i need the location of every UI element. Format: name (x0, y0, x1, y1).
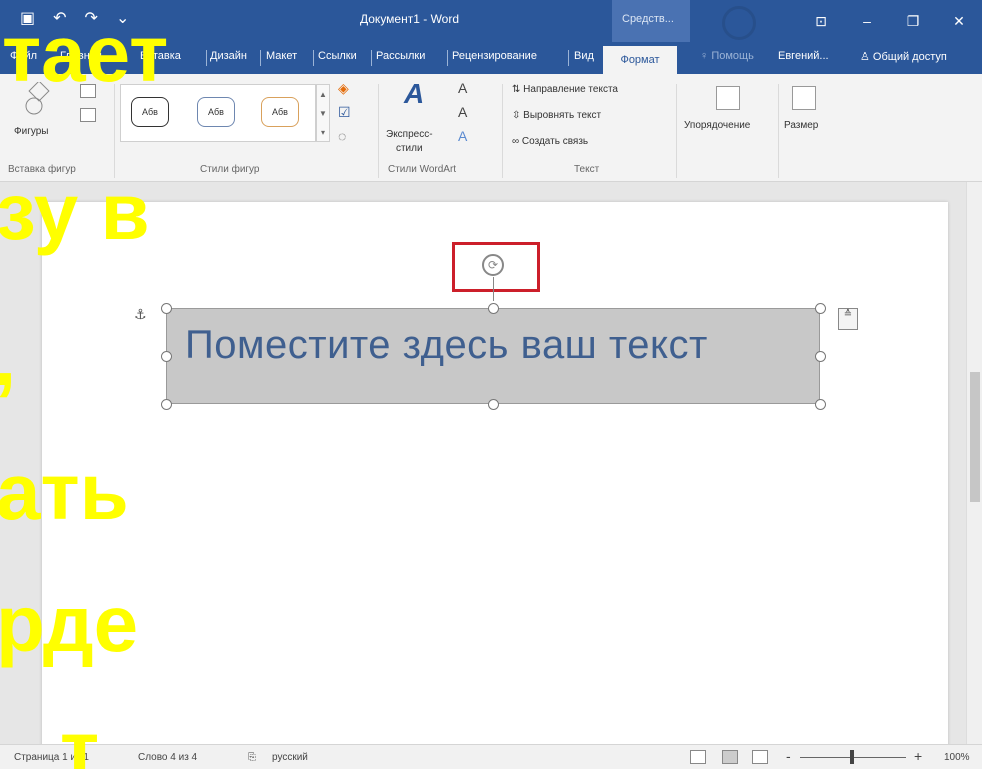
size-button[interactable]: Размер (784, 120, 818, 131)
quick-styles-line2: стили (395, 143, 423, 154)
group-separator (378, 84, 379, 178)
shape-outline-icon[interactable]: ☑ (338, 104, 351, 121)
resize-handle[interactable] (488, 303, 499, 314)
arrange-button[interactable]: Упорядочение (684, 120, 750, 131)
tab-design[interactable]: Дизайн (210, 50, 247, 62)
read-mode-icon[interactable] (690, 750, 706, 764)
tab-layout[interactable]: Макет (266, 50, 297, 62)
layout-options-icon[interactable]: ≙ (838, 308, 858, 330)
resize-handle[interactable] (815, 399, 826, 410)
wordart-styles-icon[interactable]: A (404, 78, 424, 110)
create-link-label: Создать связь (521, 136, 589, 147)
document-title: Документ1 - Word (360, 12, 460, 26)
anchor-icon: ⚓ (134, 306, 147, 322)
share-label: Общий доступ (872, 51, 947, 63)
text-direction-label: Направление текста (523, 84, 618, 95)
minimize-button[interactable]: – (844, 0, 890, 42)
gallery-scroll[interactable]: ▲ ▼ ▾ (316, 84, 330, 142)
proofing-icon[interactable]: ⎘ (248, 752, 256, 763)
web-layout-icon[interactable] (752, 750, 768, 764)
shape-styles-group-label: Стили фигур (200, 164, 260, 175)
context-tools-label: Средств... (612, 0, 690, 42)
help-label: Помощь (711, 50, 754, 62)
window-controls: ⊡ – ❐ ✕ (798, 0, 982, 42)
tab-separator (568, 50, 569, 66)
close-button[interactable]: ✕ (936, 0, 982, 42)
align-text-label: Выровнять текст (523, 110, 602, 121)
maximize-button[interactable]: ❐ (890, 0, 936, 42)
group-separator (114, 84, 115, 178)
ribbon-display-button[interactable]: ⊡ (798, 0, 844, 42)
shape-style-chip[interactable]: Абв (261, 97, 299, 127)
text-fill-icon[interactable]: A (458, 80, 467, 96)
print-layout-icon[interactable] (722, 750, 738, 764)
quick-styles-line1: Экспресс- (386, 129, 433, 140)
overlay-text-line: ать (0, 447, 129, 536)
tab-references[interactable]: Ссылки (318, 50, 357, 62)
word-count[interactable]: Слово 4 из 4 (138, 752, 197, 763)
user-name[interactable]: Евгений... (778, 50, 829, 62)
quick-styles-label[interactable]: Экспресс- стили (386, 128, 433, 156)
resize-handle[interactable] (161, 399, 172, 410)
overlay-text-line: т (60, 705, 100, 769)
language[interactable]: русский (272, 752, 308, 763)
size-icon[interactable] (792, 86, 816, 110)
text-direction-button[interactable]: ⇅ Направление текста (512, 84, 618, 95)
shapes-label: Фигуры (14, 126, 49, 137)
tab-mailings[interactable]: Рассылки (376, 50, 425, 62)
rotate-connector (493, 277, 494, 301)
resize-handle[interactable] (815, 303, 826, 314)
resize-handle[interactable] (488, 399, 499, 410)
share-button[interactable]: ♙ Общий доступ (860, 50, 947, 63)
create-link-button[interactable]: ∞ Создать связь (512, 136, 588, 147)
wordart-group-label: Стили WordArt (388, 164, 457, 175)
zoom-out-button[interactable]: - (786, 748, 791, 764)
zoom-in-button[interactable]: + (914, 748, 922, 764)
text-effects-icon[interactable]: A (458, 128, 467, 144)
tab-separator (260, 50, 261, 66)
group-separator (502, 84, 503, 178)
tab-separator (371, 50, 372, 66)
rotate-handle-icon[interactable]: ⟳ (482, 254, 504, 276)
arrange-icon[interactable] (716, 86, 740, 110)
tab-separator (313, 50, 314, 66)
shape-style-chip[interactable]: Абв (197, 97, 235, 127)
resize-handle[interactable] (161, 351, 172, 362)
align-text-button[interactable]: ⇳ Выровнять текст (512, 110, 601, 121)
shape-fill-icon[interactable]: ◈ (338, 80, 349, 97)
document-page[interactable]: ⟳ ⚓ Поместите здесь ваш текст ≙ (42, 202, 948, 762)
overlay-text-line: зу в (0, 167, 150, 256)
text-box-icon[interactable] (80, 108, 96, 122)
text-group-label: Текст (574, 164, 600, 175)
status-bar: Страница 1 из 1 Слово 4 из 4 ⎘ русский -… (0, 744, 982, 769)
tab-view[interactable]: Вид (574, 50, 594, 62)
tab-separator (447, 50, 448, 66)
tab-separator (206, 50, 207, 66)
tab-review[interactable]: Рецензирование (452, 50, 537, 62)
shape-style-chip[interactable]: Абв (131, 97, 169, 127)
overlay-text-line: тает (2, 9, 169, 98)
group-separator (778, 84, 779, 178)
resize-handle[interactable] (161, 303, 172, 314)
zoom-level[interactable]: 100% (944, 752, 970, 763)
tab-format[interactable]: Формат (603, 46, 677, 74)
document-area: ⟳ ⚓ Поместите здесь ваш текст ≙ (0, 182, 982, 762)
vertical-scrollbar[interactable] (966, 182, 982, 744)
group-separator (676, 84, 677, 178)
overlay-text-line: рде (0, 579, 139, 668)
zoom-slider-thumb[interactable] (850, 750, 854, 764)
text-outline-icon[interactable]: A (458, 104, 467, 120)
watermark-arrow-icon (722, 6, 756, 40)
scrollbar-thumb[interactable] (970, 372, 980, 502)
resize-handle[interactable] (815, 351, 826, 362)
textbox-text[interactable]: Поместите здесь ваш текст (185, 323, 708, 368)
help-search[interactable]: ♀ Помощь (700, 50, 754, 62)
shape-effects-icon[interactable]: ◌ (338, 128, 346, 144)
wordart-textbox[interactable]: Поместите здесь ваш текст (166, 308, 820, 404)
overlay-text-line: , (0, 318, 16, 398)
